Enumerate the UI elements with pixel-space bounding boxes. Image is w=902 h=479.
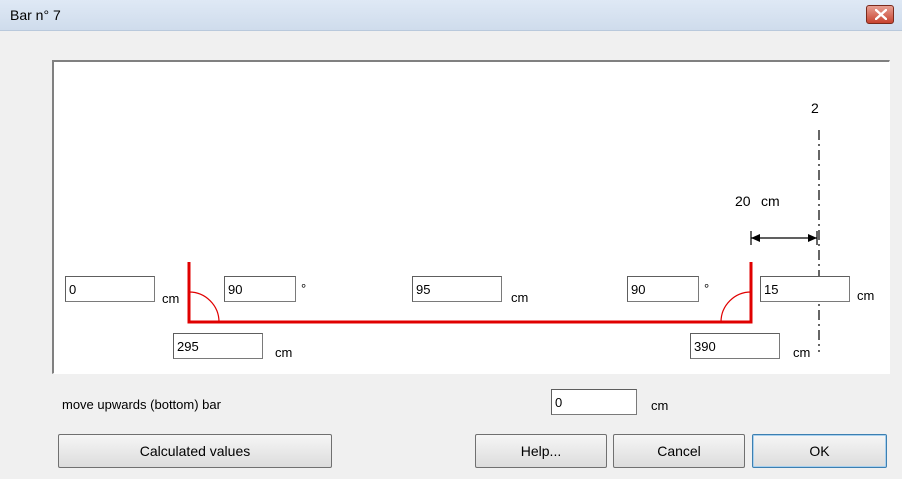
right-hook-unit: cm xyxy=(857,288,875,303)
right-hook-length-input[interactable] xyxy=(760,276,850,302)
right-position-input[interactable] xyxy=(690,333,780,359)
right-angle-arc xyxy=(720,291,752,323)
window-title: Bar n° 7 xyxy=(10,7,61,23)
left-hook-unit: cm xyxy=(162,291,180,306)
bar-shape-drawing xyxy=(187,130,820,352)
calculated-values-button[interactable]: Calculated values xyxy=(58,434,332,468)
right-angle-unit: ° xyxy=(704,281,710,296)
move-upwards-input[interactable] xyxy=(551,389,637,415)
axis-label: 2 xyxy=(811,100,819,116)
offset-value: 20 xyxy=(735,193,751,209)
close-button[interactable] xyxy=(866,5,894,24)
bar-drawing-canvas xyxy=(52,60,890,374)
ok-button[interactable]: OK xyxy=(752,434,887,468)
close-icon xyxy=(875,9,887,20)
offset-unit: cm xyxy=(761,193,780,209)
middle-length-input[interactable] xyxy=(412,276,502,302)
left-position-unit: cm xyxy=(275,345,293,360)
left-angle-input[interactable] xyxy=(224,276,296,302)
help-button[interactable]: Help... xyxy=(475,434,607,468)
cancel-button[interactable]: Cancel xyxy=(613,434,745,468)
offset-arrow-left xyxy=(751,234,760,242)
move-upwards-unit: cm xyxy=(651,398,669,413)
move-upwards-label: move upwards (bottom) bar xyxy=(62,397,221,412)
title-bar: Bar n° 7 xyxy=(0,0,902,31)
right-angle-input[interactable] xyxy=(627,276,699,302)
left-hook-length-input[interactable] xyxy=(65,276,155,302)
left-angle-arc xyxy=(188,291,220,323)
offset-arrow-right xyxy=(808,234,817,242)
left-position-input[interactable] xyxy=(173,333,263,359)
left-angle-unit: ° xyxy=(301,281,307,296)
middle-length-unit: cm xyxy=(511,290,529,305)
right-position-unit: cm xyxy=(793,345,811,360)
